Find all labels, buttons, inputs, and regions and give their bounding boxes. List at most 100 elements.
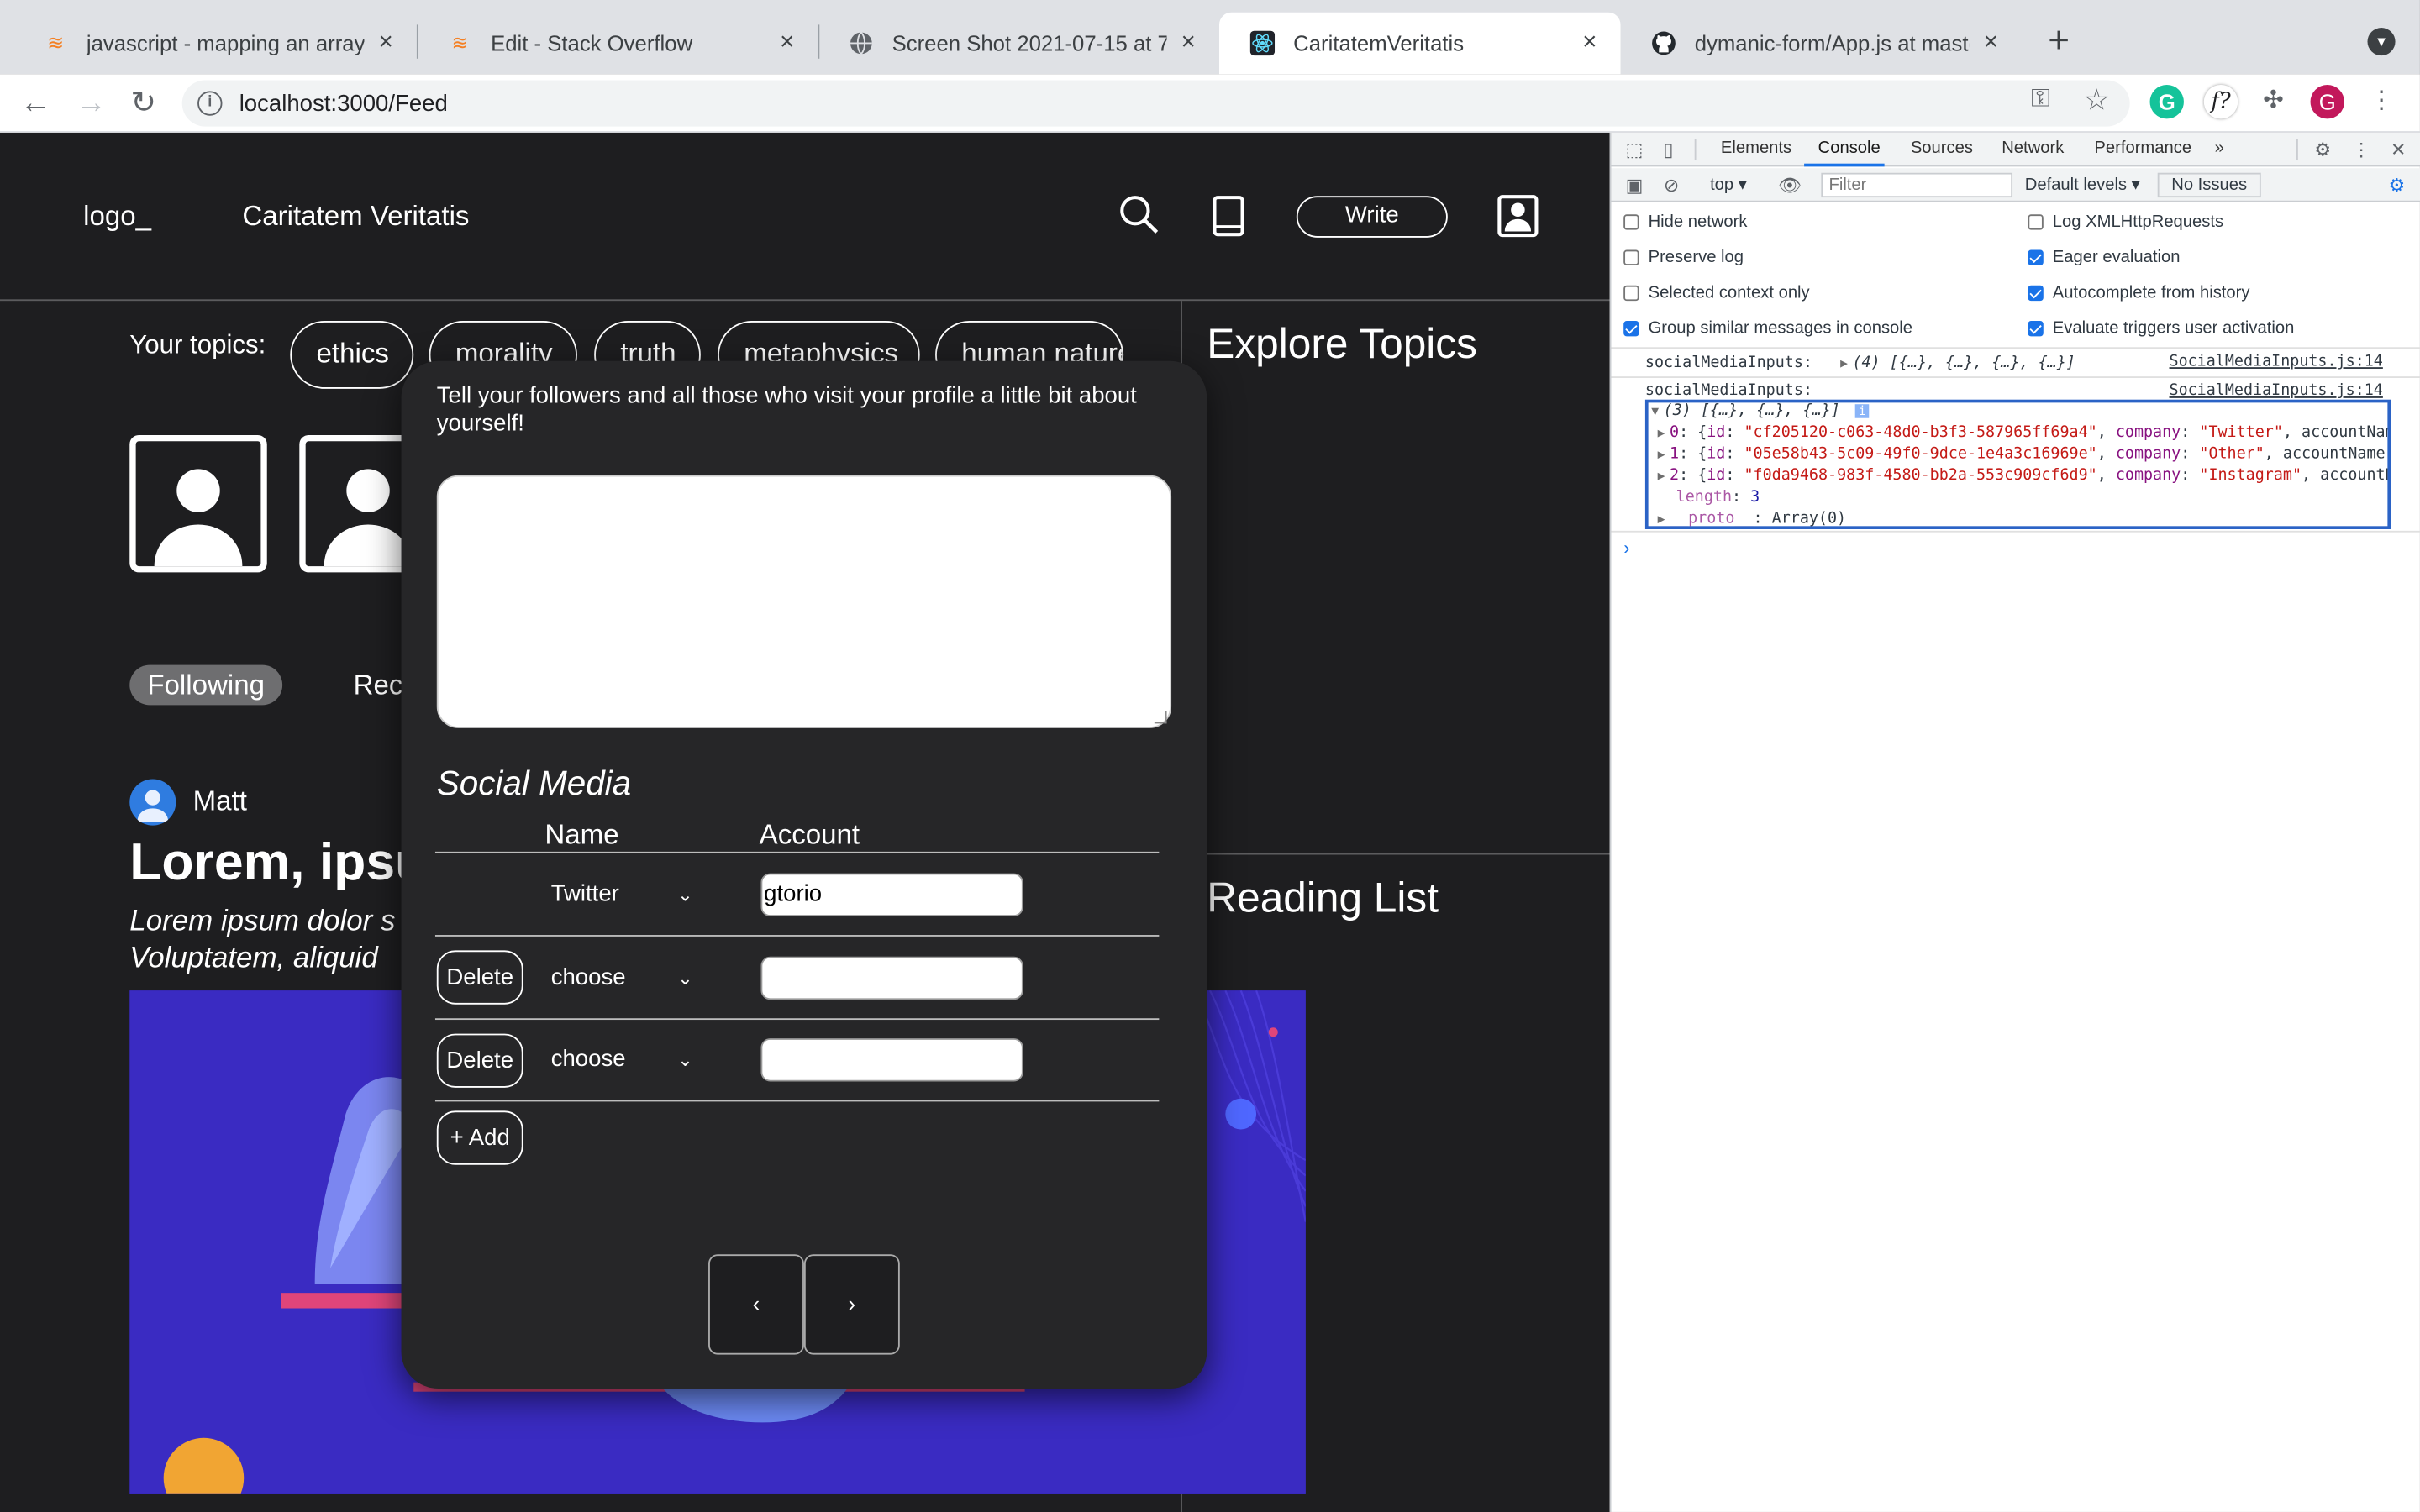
write-button[interactable]: Write: [1296, 196, 1448, 238]
setting-autocomplete[interactable]: Autocomplete from history: [2028, 284, 2250, 302]
array-summary-row[interactable]: ▼ (3) [{…}, {…}, {…}] i: [1651, 402, 1870, 420]
checkbox-checked[interactable]: [1623, 321, 1639, 337]
checkbox-checked[interactable]: [2028, 285, 2044, 302]
setting-eager-evaluation[interactable]: Eager evaluation: [2028, 249, 2180, 267]
site-brand[interactable]: Caritatem Veritatis: [242, 201, 469, 234]
device-toolbar-icon[interactable]: ▯: [1658, 139, 1680, 160]
browser-tab-2[interactable]: ≋ Edit - Stack Overflow ×: [417, 13, 818, 74]
extension-f-icon[interactable]: f?: [2203, 85, 2238, 119]
log-source-link[interactable]: SocialMediaInputs.js:14: [2170, 383, 2383, 400]
expand-triangle-icon[interactable]: ▶: [1658, 448, 1665, 462]
site-logo-broken-image[interactable]: logo_: [83, 201, 151, 234]
new-tab-button[interactable]: +: [2037, 21, 2080, 65]
info-badge-icon[interactable]: i: [1855, 404, 1870, 418]
book-icon[interactable]: [1210, 194, 1247, 237]
expand-triangle-icon[interactable]: ▶: [1658, 426, 1665, 440]
forward-icon[interactable]: →: [71, 83, 111, 123]
setting-group-similar[interactable]: Group similar messages in console: [1623, 319, 1912, 338]
console-log-entry[interactable]: socialMediaInputs:: [1645, 383, 1812, 400]
checkbox[interactable]: [1623, 285, 1639, 302]
browser-tab-5[interactable]: dymanic-form/App.js at master ×: [1621, 13, 2023, 74]
tab-following[interactable]: Following: [129, 664, 283, 706]
close-tab-icon[interactable]: ×: [373, 30, 397, 55]
expand-triangle-icon[interactable]: ▶: [1840, 356, 1848, 370]
company-select[interactable]: Twitter ⌄: [551, 876, 693, 913]
array-entry-row[interactable]: ▶ 2: {id: "f0da9468-983f-4580-bb2a-553c90…: [1658, 468, 2388, 485]
post-title[interactable]: Lorem, ipsu: [129, 833, 427, 894]
array-entry-row[interactable]: ▶ 0: {id: "cf205120-c063-48d0-b3f3-587965…: [1658, 424, 2388, 441]
console-filter-input[interactable]: Filter: [1821, 172, 2013, 198]
site-info-icon[interactable]: i: [197, 91, 223, 116]
checkbox-checked[interactable]: [2028, 321, 2044, 337]
tab-search-icon[interactable]: ▼: [2367, 28, 2396, 56]
devtools-tab-performance[interactable]: Performance: [2094, 139, 2191, 157]
add-row-button[interactable]: + Add: [436, 1110, 523, 1165]
bookmark-star-icon[interactable]: ☆: [2084, 83, 2110, 118]
close-tab-icon[interactable]: ×: [1979, 30, 2003, 55]
settings-gear-icon[interactable]: ⚙: [2312, 139, 2333, 160]
reload-icon[interactable]: ↻: [124, 83, 164, 123]
expand-triangle-icon[interactable]: ▶: [1658, 512, 1665, 527]
browser-tab-1[interactable]: ≋ javascript - mapping an array of ×: [13, 13, 417, 74]
search-icon[interactable]: [1119, 194, 1160, 234]
live-expression-eye-icon[interactable]: 👁: [1778, 175, 1802, 197]
bio-textarea[interactable]: [436, 475, 1172, 728]
checkbox[interactable]: [1623, 249, 1639, 265]
expanded-array-object[interactable]: ▼ (3) [{…}, {…}, {…}] i ▶ 0: {id: "cf20512…: [1644, 399, 2391, 529]
key-icon[interactable]: ⚿: [2031, 87, 2049, 114]
devtools-tab-network[interactable]: Network: [2002, 139, 2064, 157]
profile-icon[interactable]: [1497, 194, 1539, 238]
grammarly-icon[interactable]: G: [2149, 85, 2184, 119]
devtools-tab-elements[interactable]: Elements: [1721, 139, 1791, 157]
checkbox-checked[interactable]: [2028, 249, 2044, 265]
close-devtools-icon[interactable]: ✕: [2387, 139, 2409, 160]
author-avatar[interactable]: [129, 779, 176, 826]
address-bar[interactable]: i localhost:3000/Feed ⚿ ☆: [182, 80, 2130, 127]
close-tab-icon[interactable]: ×: [1577, 30, 1602, 55]
expand-triangle-icon[interactable]: ▶: [1658, 469, 1665, 483]
account-input[interactable]: gtorio: [760, 873, 1023, 916]
tab-recent[interactable]: Rec: [354, 669, 403, 702]
close-tab-icon[interactable]: ×: [775, 30, 799, 55]
console-prompt[interactable]: ›: [1623, 537, 1629, 559]
log-source-link[interactable]: SocialMediaInputs.js:14: [2170, 354, 2383, 370]
resize-handle-icon[interactable]: [1154, 711, 1167, 724]
close-tab-icon[interactable]: ×: [1176, 30, 1201, 55]
extensions-puzzle-icon[interactable]: ✣: [2256, 85, 2290, 118]
setting-hide-network[interactable]: Hide network: [1623, 213, 1748, 232]
browser-tab-4-active[interactable]: CaritatemVeritatis ×: [1218, 12, 1621, 75]
followed-user-avatar[interactable]: [129, 434, 267, 573]
devtools-tab-sources[interactable]: Sources: [1911, 139, 1973, 157]
clear-console-icon[interactable]: ⊘: [1660, 175, 1682, 197]
company-select[interactable]: choose ⌄: [551, 1042, 693, 1079]
topic-chip[interactable]: ethics: [290, 321, 414, 389]
checkbox[interactable]: [1623, 214, 1639, 230]
account-input[interactable]: [760, 1038, 1023, 1082]
log-levels-select[interactable]: Default levels ▾: [2025, 175, 2140, 194]
next-button[interactable]: ›: [803, 1254, 900, 1355]
address-url[interactable]: localhost:3000/Feed: [239, 91, 448, 117]
console-log-entry[interactable]: socialMediaInputs: ▶ (4) [{…}, {…}, {…}, …: [1645, 354, 2075, 371]
log-summary[interactable]: (4) [{…}, {…}, {…}, {…}]: [1852, 354, 2075, 371]
browser-menu-icon[interactable]: ⋮: [2365, 85, 2398, 118]
setting-evaluate-triggers[interactable]: Evaluate triggers user activation: [2028, 319, 2294, 338]
inspect-element-icon[interactable]: ⬚: [1623, 139, 1645, 160]
array-proto-row[interactable]: ▶ __proto__: Array(0): [1658, 511, 1847, 527]
collapse-triangle-icon[interactable]: ▼: [1651, 404, 1659, 418]
sidebar-toggle-icon[interactable]: ▣: [1623, 175, 1645, 197]
devtools-tab-console[interactable]: Console: [1818, 139, 1881, 157]
more-tabs-icon[interactable]: »: [2215, 139, 2224, 157]
delete-row-button[interactable]: Delete: [436, 950, 523, 1005]
console-settings-gear-icon[interactable]: ⚙: [2386, 175, 2408, 197]
delete-row-button[interactable]: Delete: [436, 1033, 523, 1088]
context-select[interactable]: top ▾: [1710, 175, 1747, 194]
author-name[interactable]: Matt: [193, 785, 247, 818]
profile-avatar[interactable]: G: [2310, 85, 2344, 119]
devtools-menu-icon[interactable]: ⋮: [2350, 139, 2372, 160]
setting-log-xhr[interactable]: Log XMLHttpRequests: [2028, 213, 2223, 232]
back-icon[interactable]: ←: [15, 83, 55, 123]
company-select[interactable]: choose ⌄: [551, 959, 693, 996]
issues-button[interactable]: No Issues: [2157, 172, 2261, 198]
setting-preserve-log[interactable]: Preserve log: [1623, 249, 1744, 267]
account-input[interactable]: [760, 956, 1023, 1000]
